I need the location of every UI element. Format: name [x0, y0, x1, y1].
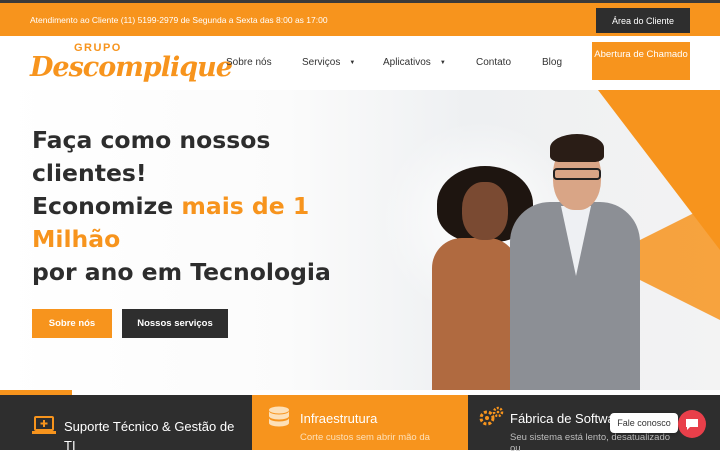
chevron-down-icon: ▼	[439, 59, 446, 66]
woman-face	[462, 182, 508, 240]
hero-headline: Faça como nossos clientes! Economize mai…	[32, 124, 352, 289]
top-bar: Atendimento ao Cliente (11) 5199-2979 de…	[0, 0, 720, 36]
chat-label[interactable]: Fale conosco	[610, 413, 678, 433]
open-ticket-button[interactable]: Abertura de Chamado	[592, 42, 690, 80]
nav-sobre[interactable]: Sobre nós	[226, 57, 272, 68]
service-title: Infraestrutura	[300, 411, 378, 426]
database-icon	[268, 406, 290, 438]
about-button[interactable]: Sobre nós	[32, 309, 112, 338]
service-title: Fábrica de Software	[510, 411, 627, 426]
chevron-down-icon: ▼	[349, 59, 356, 66]
services-button[interactable]: Nossos serviços	[122, 309, 228, 338]
nav-aplicativos[interactable]: Aplicativos ▼	[383, 57, 446, 68]
service-card-infra[interactable]: Infraestrutura Corte custos sem abrir mã…	[252, 395, 468, 450]
logo[interactable]: GRUPO Descomplique	[30, 42, 233, 86]
headline-line-2a: Economize	[32, 192, 182, 220]
man-hair	[550, 134, 604, 162]
headline-line-1: Faça como nossos clientes!	[32, 126, 271, 187]
nav-servicos[interactable]: Serviços ▼	[302, 57, 355, 68]
laptop-plus-icon	[32, 416, 56, 442]
client-area-button[interactable]: Área do Cliente	[596, 8, 690, 33]
nav-blog[interactable]: Blog	[542, 57, 562, 68]
glasses-icon	[553, 168, 601, 180]
service-desc: Corte custos sem abrir mão da	[300, 432, 430, 443]
service-desc: Seu sistema está lento, desatualizado ou	[510, 432, 671, 454]
nav-contato[interactable]: Contato	[476, 57, 511, 68]
hero-section: Faça como nossos clientes! Economize mai…	[0, 90, 720, 390]
headline-line-3: por ano em Tecnologia	[32, 258, 331, 286]
service-card-support[interactable]: Suporte Técnico & Gestão de TI	[0, 395, 252, 453]
chat-icon[interactable]	[678, 410, 706, 438]
woman-body	[432, 238, 518, 390]
logo-name: Descomplique	[30, 52, 233, 83]
gears-icon	[478, 406, 504, 434]
attendance-info: Atendimento ao Cliente (11) 5199-2979 de…	[30, 15, 328, 25]
main-header: GRUPO Descomplique Sobre nós Serviços ▼ A…	[0, 36, 720, 90]
service-title: Suporte Técnico & Gestão de TI	[64, 419, 235, 453]
